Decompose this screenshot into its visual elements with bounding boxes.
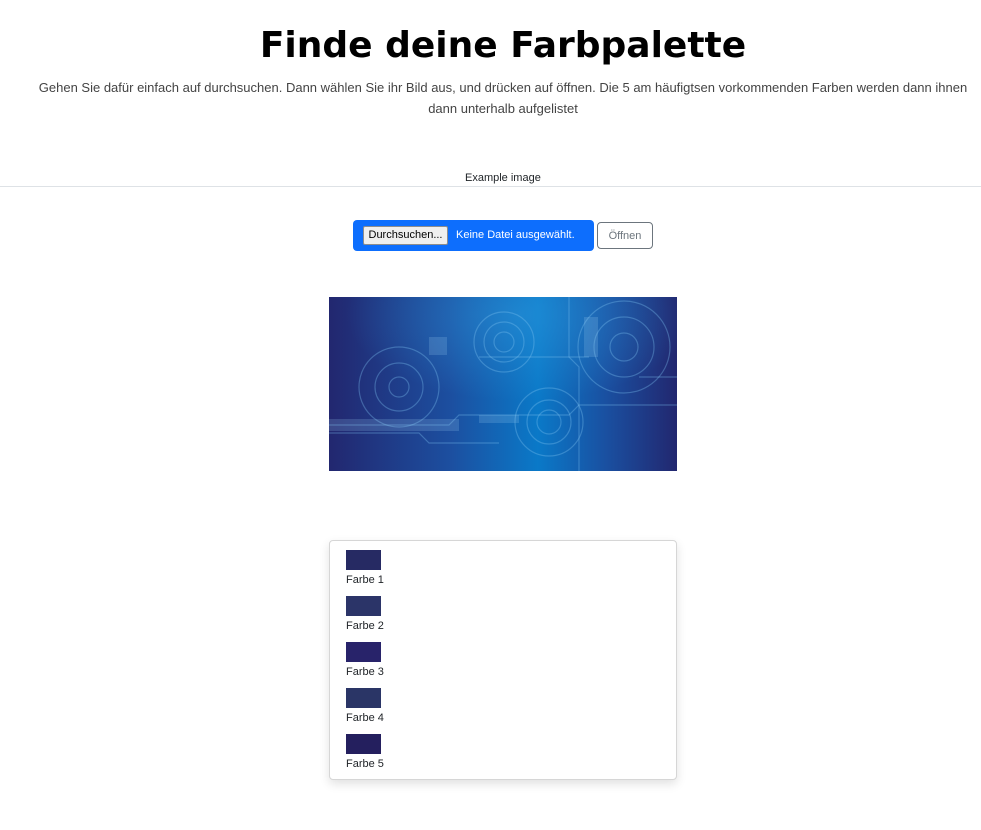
color-swatch [346,734,381,754]
color-swatch [346,642,381,662]
palette-item-2: Farbe 2 [346,596,466,638]
color-swatch [346,596,381,616]
color-swatch [346,688,381,708]
color-label: Farbe 3 [346,666,384,678]
divider [0,186,981,187]
color-label: Farbe 4 [346,712,384,724]
browse-button[interactable]: Durchsuchen... [363,226,448,245]
open-button[interactable]: Öffnen [597,222,653,249]
color-label: Farbe 1 [346,574,384,586]
color-label: Farbe 2 [346,620,384,632]
color-label: Farbe 5 [346,758,384,770]
palette-card: Farbe 1 Farbe 2 Farbe 3 Farbe 4 Farbe 5 [329,540,677,780]
palette-item-3: Farbe 3 [346,642,466,684]
palette-item-4: Farbe 4 [346,688,466,730]
page-description: Gehen Sie dafür einfach auf durchsuchen.… [38,80,968,116]
preview-image [329,297,677,471]
file-input[interactable]: Durchsuchen... Keine Datei ausgewählt. [353,220,594,251]
palette-item-5: Farbe 5 [346,734,466,776]
palette-item-1: Farbe 1 [346,550,466,592]
example-image-label: Example image [462,171,544,185]
color-swatch [346,550,381,570]
page: Finde deine Farbpalette Gehen Sie dafür … [0,0,981,830]
page-title: Finde deine Farbpalette [259,25,747,66]
file-status-text: Keine Datei ausgewählt. [456,229,575,241]
